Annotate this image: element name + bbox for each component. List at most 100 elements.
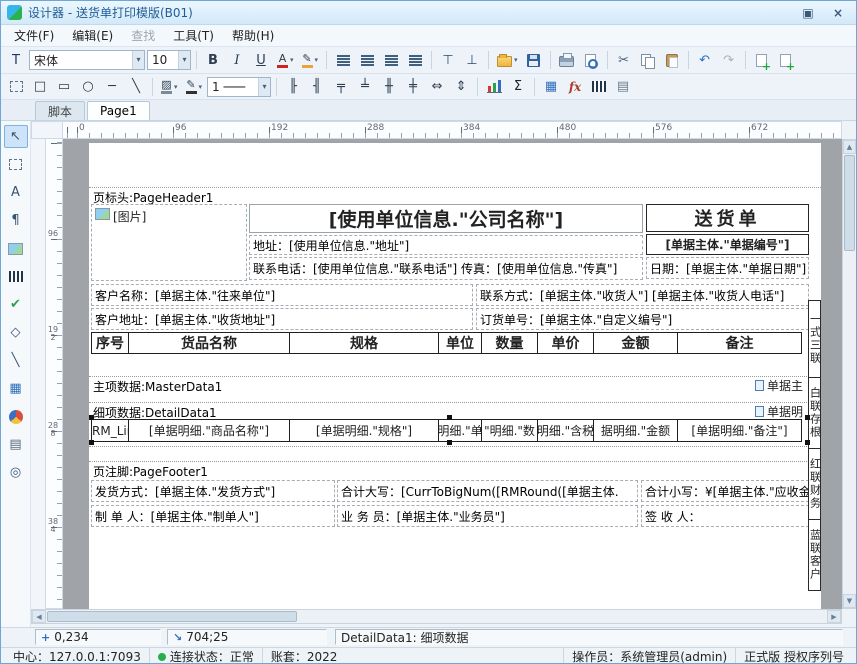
contact-field[interactable]: 联系方式：[单据主体."收货人"] [单据主体."收货人电话"] [476, 284, 809, 306]
order-number-field[interactable]: 订货单号：[单据主体."自定义编号"] [476, 308, 809, 330]
fill-color-button[interactable]: ▨▾ [158, 76, 181, 98]
table-header-cell[interactable]: 备注 [677, 332, 802, 354]
detail-field-cell[interactable]: 明细."含税 [537, 419, 594, 442]
total-amount-field[interactable]: 合计小写：¥[单据主体."应收金额"] [641, 480, 809, 502]
font-size-select[interactable]: 10▾ [147, 50, 191, 70]
table-tool[interactable]: ▦ [4, 377, 28, 400]
phone-fax-field[interactable]: 联系电话：[使用单位信息."联系电话"] 传真：[使用单位信息."传真"] [249, 257, 643, 280]
dropdown-arrow-icon[interactable]: ▾ [174, 83, 178, 91]
selection-handle[interactable] [89, 415, 94, 420]
detail-field-cell[interactable]: "明细."数 [481, 419, 538, 442]
selection-handle[interactable] [805, 415, 810, 420]
rounded-rectangle-button[interactable]: ▭ [53, 76, 75, 98]
total-in-words-field[interactable]: 合计大写：[CurrToBigNum([RMRound([单据主体. [337, 480, 638, 502]
diagonal-line-button[interactable]: ╲ [125, 76, 147, 98]
cut-button[interactable]: ✂ [613, 49, 635, 71]
selection-handle[interactable] [805, 440, 810, 445]
subreport-tool[interactable]: ▤ [4, 433, 28, 456]
document-number-field[interactable]: [单据主体."单据编号"] [646, 234, 809, 255]
table-header-cell[interactable]: 规格 [289, 332, 439, 354]
insert-page-button[interactable] [751, 49, 773, 71]
tab-page1[interactable]: Page1 [87, 101, 150, 120]
customer-name-field[interactable]: 客户名称：[单据主体."往来单位"] [91, 284, 473, 306]
pointer-tool[interactable]: ↖ [4, 125, 28, 148]
master-data-link[interactable]: 单据主 [755, 377, 807, 394]
align-top-edges-button[interactable]: ╤ [330, 76, 352, 98]
menu-find[interactable]: 查找 [122, 25, 164, 46]
report-page[interactable]: 页标头:PageHeader1 [图片] [使用单位信息."公司名称"] 送货单… [89, 143, 821, 609]
chart-button[interactable] [483, 76, 505, 98]
scroll-down-icon[interactable]: ▼ [843, 594, 856, 608]
watermark-button[interactable]: ▤ [612, 76, 634, 98]
valign-bottom-button[interactable]: ⊥ [461, 49, 483, 71]
vertical-scroll-thumb[interactable] [844, 155, 855, 251]
document-date-field[interactable]: 日期：[单据主体."单据日期"] [646, 257, 809, 279]
detail-field-cell[interactable]: [单据明细."备注"] [677, 419, 802, 442]
align-justify-button[interactable] [404, 49, 426, 71]
align-right-button[interactable] [380, 49, 402, 71]
paste-button[interactable] [661, 49, 683, 71]
align-center-button[interactable] [356, 49, 378, 71]
customer-address-field[interactable]: 客户地址：[单据主体."收货地址"] [91, 308, 473, 330]
menu-tools[interactable]: 工具(T) [164, 25, 223, 46]
scroll-up-icon[interactable]: ▲ [843, 140, 856, 154]
restore-window-button[interactable]: ▣ [796, 4, 820, 21]
dropdown-arrow-icon[interactable]: ▾ [132, 51, 144, 69]
ship-method-field[interactable]: 发货方式：[单据主体."发货方式"] [91, 480, 335, 502]
detail-data-link[interactable]: 单据明 [755, 403, 807, 420]
selection-handle[interactable] [447, 440, 452, 445]
align-left-button[interactable] [332, 49, 354, 71]
scroll-left-icon[interactable]: ◀ [32, 610, 46, 623]
select-region-tool[interactable] [4, 153, 28, 176]
memo-tool[interactable]: ¶ [4, 209, 28, 232]
copy-strip-label[interactable]: 白联存根 [808, 377, 821, 449]
shape-tool[interactable]: ◇ [4, 321, 28, 344]
scroll-right-icon[interactable]: ▶ [827, 610, 841, 623]
dropdown-arrow-icon[interactable]: ▾ [258, 78, 270, 96]
label-tool[interactable]: A [4, 181, 28, 204]
company-name-field[interactable]: [使用单位信息."公司名称"] [249, 204, 643, 233]
horizontal-scroll-thumb[interactable] [47, 611, 297, 622]
table-header-cell[interactable]: 单价 [537, 332, 594, 354]
image-placeholder-box[interactable]: [图片] [91, 204, 247, 281]
sum-button[interactable]: Σ [507, 76, 529, 98]
dropdown-arrow-icon[interactable]: ▾ [199, 83, 203, 91]
dropdown-arrow-icon[interactable]: ▾ [178, 51, 190, 69]
line-tool[interactable]: ╲ [4, 349, 28, 372]
font-name-select[interactable]: 宋体▾ [29, 50, 145, 70]
document-title-field[interactable]: 送货单 [646, 204, 809, 232]
tab-script[interactable]: 脚本 [35, 101, 85, 120]
menu-help[interactable]: 帮助(H) [223, 25, 283, 46]
copy-strip-label[interactable]: 蓝联客户 [808, 519, 821, 591]
same-height-button[interactable]: ⇕ [450, 76, 472, 98]
copy-button[interactable] [637, 49, 659, 71]
table-header-cell[interactable]: 金额 [593, 332, 678, 354]
undo-button[interactable]: ↶ [694, 49, 716, 71]
detail-field-cell[interactable]: 明细."单 [438, 419, 482, 442]
preview-button[interactable] [580, 49, 602, 71]
insert-report-button[interactable] [775, 49, 797, 71]
ellipse-button[interactable]: ○ [77, 76, 99, 98]
align-right-edges-button[interactable]: ╢ [306, 76, 328, 98]
print-button[interactable] [556, 49, 578, 71]
redo-button[interactable]: ↷ [718, 49, 740, 71]
dropdown-arrow-icon[interactable]: ▾ [290, 56, 294, 64]
detail-field-cell[interactable]: [单据明细."规格"] [289, 419, 439, 442]
table-header-cell[interactable]: 单位 [438, 332, 482, 354]
align-bottom-edges-button[interactable]: ╧ [354, 76, 376, 98]
dropdown-arrow-icon[interactable]: ▾ [514, 56, 518, 64]
band-label-master-data[interactable]: 主项数据:MasterData1 [93, 378, 222, 395]
zoom-tool[interactable]: ◎ [4, 461, 28, 484]
center-horizontally-button[interactable]: ╫ [378, 76, 400, 98]
copy-strip-label[interactable]: 红联财务 [808, 448, 821, 520]
picture-tool[interactable] [4, 237, 28, 260]
selection-handle[interactable] [447, 415, 452, 420]
barcode-tool[interactable] [4, 265, 28, 288]
maker-field[interactable]: 制 单 人：[单据主体."制单人"] [91, 505, 335, 527]
copy-strip-label[interactable]: 一式三联 [808, 300, 821, 378]
font-dialog-button[interactable]: T [5, 49, 27, 71]
line-color-button[interactable]: ✎▾ [183, 76, 206, 98]
salesman-field[interactable]: 业 务 员：[单据主体."业务员"] [337, 505, 638, 527]
same-width-button[interactable]: ⇔ [426, 76, 448, 98]
center-vertically-button[interactable]: ╪ [402, 76, 424, 98]
